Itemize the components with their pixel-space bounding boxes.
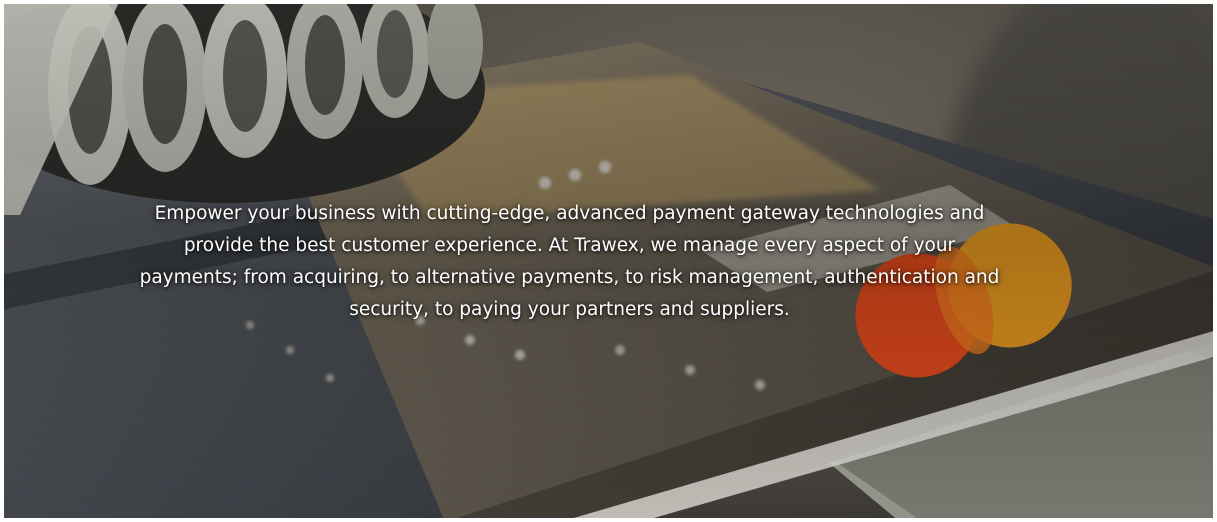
payment-gateway-intro-text: Empower your business with cutting-edge,… [139, 203, 1000, 320]
hero-banner: Empower your business with cutting-edge,… [0, 0, 1217, 522]
